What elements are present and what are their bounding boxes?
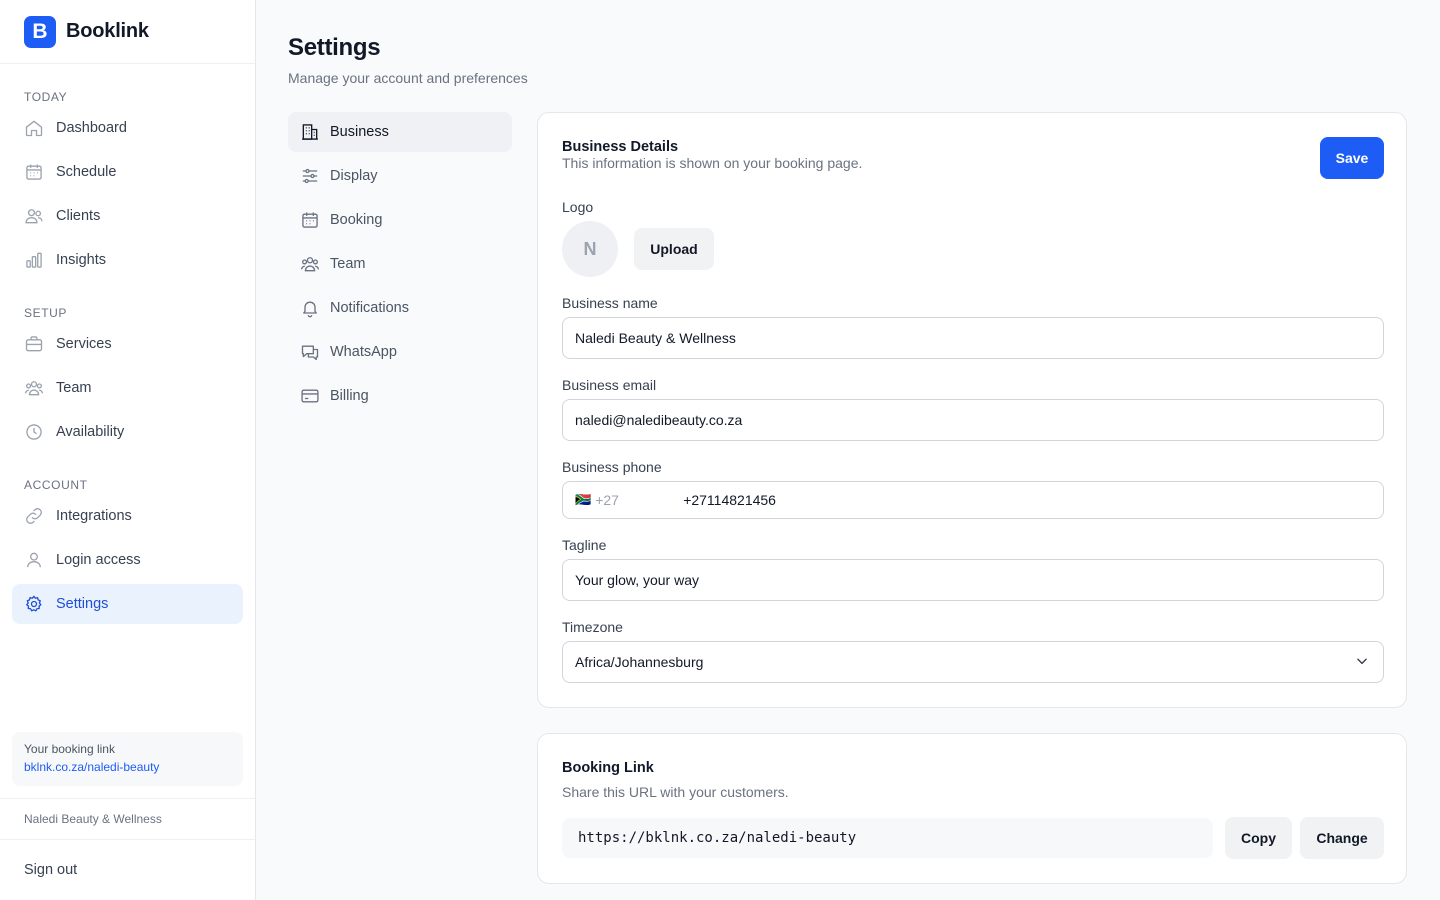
tab-team[interactable]: Team	[288, 244, 512, 284]
nav-section-today: TODAY	[24, 90, 68, 104]
business-name-input[interactable]: Naledi Beauty & Wellness	[562, 317, 1384, 359]
tab-whatsapp[interactable]: WhatsApp	[288, 332, 512, 372]
page-title: Settings	[288, 34, 381, 61]
user-icon	[24, 550, 44, 570]
sidebar-item-label: Services	[56, 336, 112, 352]
calendar-icon	[300, 210, 320, 230]
country-code-select[interactable]: +27	[595, 492, 683, 508]
phone-number-input[interactable]: +27114821456	[683, 492, 776, 508]
credit-card-icon	[300, 386, 320, 406]
settings-nav-label: Billing	[330, 388, 369, 404]
clock-icon	[24, 422, 44, 442]
sidebar-item-settings[interactable]: Settings	[12, 584, 243, 624]
sidebar-item-label: Integrations	[56, 508, 132, 524]
sidebar-item-integrations[interactable]: Integrations	[12, 496, 243, 536]
business-name-label: Business name	[562, 295, 658, 311]
sidebar-item-label: Dashboard	[56, 120, 127, 136]
page-subtitle: Manage your account and preferences	[288, 70, 528, 86]
sidebar-item-clients[interactable]: Clients	[12, 196, 243, 236]
sidebar-item-availability[interactable]: Availability	[12, 412, 243, 452]
sidebar-item-login-access[interactable]: Login access	[12, 540, 243, 580]
booking-link-label: Your booking link	[24, 742, 115, 756]
building-icon	[300, 122, 320, 142]
booking-url-field[interactable]: https://bklnk.co.za/naledi-beauty	[562, 818, 1213, 858]
business-phone-field: 🇿🇦 +27 +27114821456	[562, 481, 1384, 519]
booking-link-card: Booking Link Share this URL with your cu…	[537, 733, 1407, 884]
change-button[interactable]: Change	[1300, 817, 1384, 859]
logo-avatar: N	[562, 221, 618, 277]
tab-booking[interactable]: Booking	[288, 200, 512, 240]
sidebar-item-label: Settings	[56, 596, 109, 612]
brand-name: Booklink	[66, 20, 149, 42]
tab-billing[interactable]: Billing	[288, 376, 512, 416]
timezone-select[interactable]: Africa/Johannesburg	[562, 641, 1384, 683]
link-icon	[24, 506, 44, 526]
timezone-value: Africa/Johannesburg	[575, 654, 704, 670]
tab-display[interactable]: Display	[288, 156, 512, 196]
sidebar-item-insights[interactable]: Insights	[12, 240, 243, 280]
sidebar-item-label: Team	[56, 380, 92, 396]
business-email-input[interactable]: naledi@naledibeauty.co.za	[562, 399, 1384, 441]
bell-icon	[300, 298, 320, 318]
business-email-label: Business email	[562, 377, 657, 393]
card-description: This information is shown on your bookin…	[562, 155, 863, 171]
sidebar-item-label: Schedule	[56, 164, 117, 180]
brand-logo: B	[24, 15, 56, 48]
tagline-label: Tagline	[562, 537, 607, 553]
sliders-icon	[300, 166, 320, 186]
sidebar-item-team[interactable]: Team	[12, 368, 243, 408]
card-title: Business Details	[562, 139, 679, 155]
sidebar-item-label: Login access	[56, 552, 141, 568]
sidebar-item-schedule[interactable]: Schedule	[12, 152, 243, 192]
settings-nav: Business Display Booking Team Notificati…	[288, 112, 512, 420]
logo-label: Logo	[562, 199, 594, 215]
team-icon	[300, 254, 320, 274]
sidebar-item-label: Insights	[56, 252, 106, 268]
briefcase-icon	[24, 334, 44, 354]
settings-nav-label: Display	[330, 168, 378, 184]
nav-section-setup: SETUP	[24, 306, 68, 320]
users-icon	[24, 206, 44, 226]
sidebar-item-label: Availability	[56, 424, 125, 440]
calendar-icon	[24, 162, 44, 182]
team-icon	[24, 378, 44, 398]
settings-nav-label: WhatsApp	[330, 344, 397, 360]
gear-icon	[24, 594, 44, 614]
country-flag-icon[interactable]: 🇿🇦	[575, 492, 591, 508]
tab-notifications[interactable]: Notifications	[288, 288, 512, 328]
timezone-label: Timezone	[562, 619, 623, 635]
tab-business[interactable]: Business	[288, 112, 512, 152]
sidebar-business-name: Naledi Beauty & Wellness	[0, 798, 255, 840]
chat-icon	[300, 342, 320, 362]
bar-chart-icon	[24, 250, 44, 270]
home-icon	[24, 118, 44, 138]
tagline-input[interactable]: Your glow, your way	[562, 559, 1384, 601]
booking-link[interactable]: bklnk.co.za/naledi-beauty	[24, 760, 231, 774]
upload-button[interactable]: Upload	[634, 228, 714, 270]
settings-nav-label: Booking	[330, 212, 383, 228]
business-phone-label: Business phone	[562, 459, 662, 475]
business-details-card: Business Details This information is sho…	[537, 112, 1407, 708]
sign-out-button[interactable]: Sign out	[0, 840, 255, 900]
settings-nav-label: Team	[330, 256, 366, 272]
copy-button[interactable]: Copy	[1225, 817, 1292, 859]
booking-link-description: Share this URL with your customers.	[562, 784, 789, 800]
booking-link-title: Booking Link	[562, 760, 654, 776]
nav-section-account: ACCOUNT	[24, 478, 88, 492]
booking-link-card-small: Your booking link bklnk.co.za/naledi-bea…	[12, 732, 243, 786]
sidebar-item-services[interactable]: Services	[12, 324, 243, 364]
chevron-down-icon	[1355, 654, 1369, 671]
sidebar-footer: Your booking link bklnk.co.za/naledi-bea…	[0, 732, 255, 900]
sidebar: B Booklink TODAY Dashboard Schedule Clie…	[0, 0, 256, 900]
brand[interactable]: B Booklink	[0, 0, 255, 64]
settings-nav-label: Business	[330, 124, 389, 140]
sidebar-item-dashboard[interactable]: Dashboard	[12, 108, 243, 148]
save-button[interactable]: Save	[1320, 137, 1384, 179]
sidebar-item-label: Clients	[56, 208, 101, 224]
settings-nav-label: Notifications	[330, 300, 409, 316]
